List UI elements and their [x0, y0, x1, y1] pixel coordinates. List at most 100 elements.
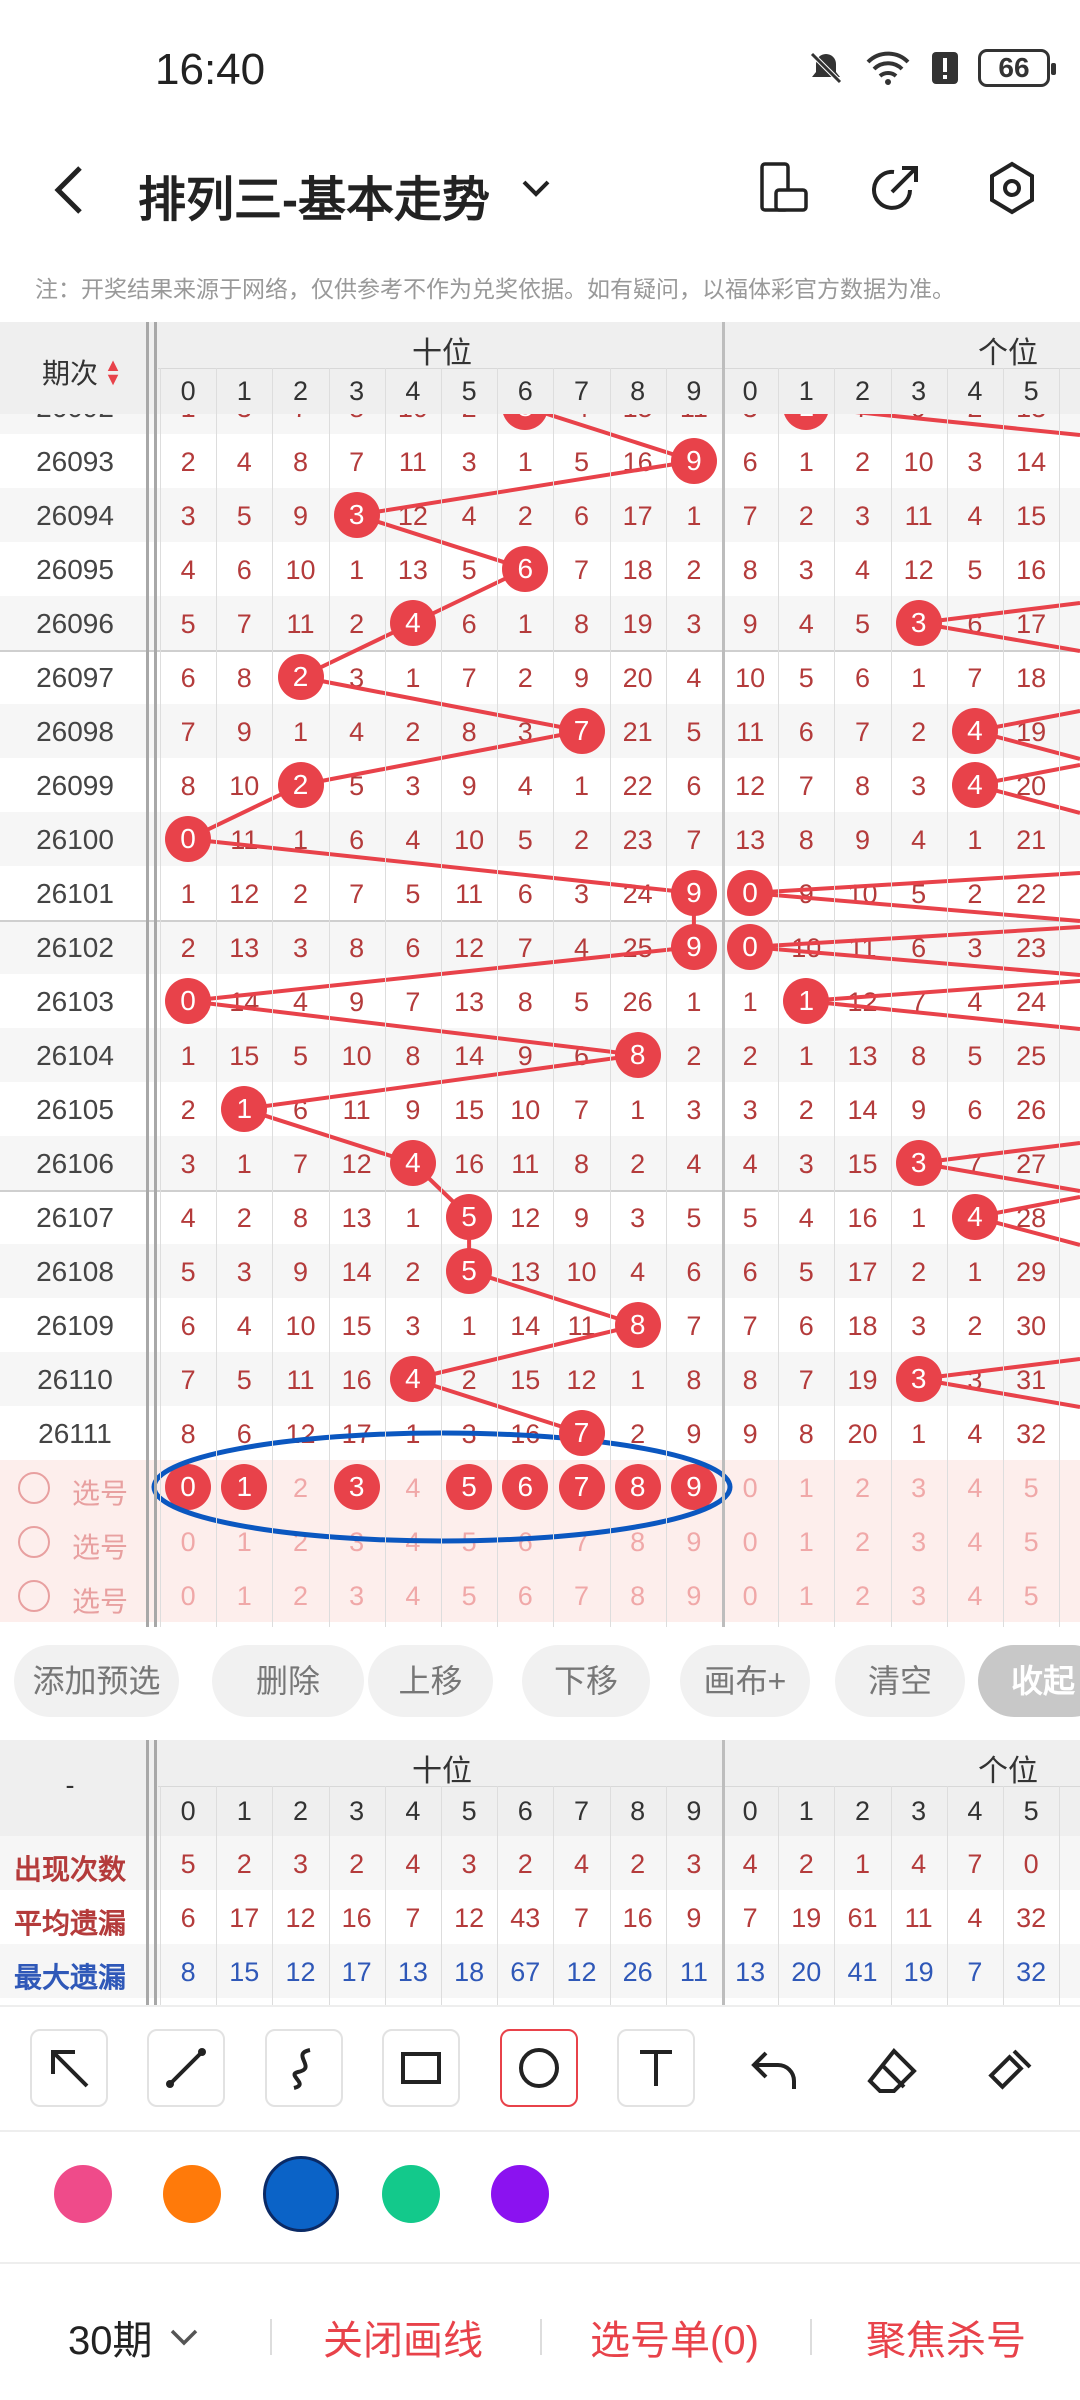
stats-label: 最大遗漏: [14, 1962, 127, 1993]
color-swatch[interactable]: [163, 2165, 221, 2223]
arrow-tool-button[interactable]: [30, 2029, 108, 2107]
action-button[interactable]: 下移: [522, 1645, 650, 1717]
grid-line: [1003, 1786, 1004, 2005]
period-header-label: 期次: [42, 358, 99, 389]
digit-header: 4: [405, 1796, 421, 1826]
tens-hit-ball: 3: [333, 492, 380, 538]
action-button[interactable]: 收起: [978, 1645, 1080, 1717]
group-units-label: 个位: [978, 1755, 1038, 1788]
stats-cell: 7: [742, 1903, 758, 1933]
units-trend-segment: [806, 979, 1080, 1003]
units-trend-segment: [918, 621, 1080, 653]
grid-line: [384, 1786, 386, 2005]
units-trend-segment: [918, 1357, 1080, 1381]
clear-brush-button[interactable]: [984, 2047, 1036, 2100]
stats-cell: 1: [854, 1849, 871, 1879]
units-trend-segment: [918, 1141, 1080, 1165]
divider: [810, 2319, 812, 2355]
group-tens-label: 十位: [412, 337, 472, 370]
action-button[interactable]: 删除: [212, 1645, 364, 1717]
curve-tool-button[interactable]: [265, 2029, 343, 2107]
color-swatch[interactable]: [491, 2165, 549, 2223]
grid-line: [272, 1786, 274, 2005]
period-select[interactable]: 30期: [68, 2308, 201, 2366]
title-bar: 排列三-基本走势: [0, 140, 1080, 240]
digit-header: 9: [686, 376, 702, 406]
rectangle-tool-button[interactable]: [382, 2029, 460, 2107]
stats-cell: 4: [911, 1849, 927, 1879]
units-trend-segment: [855, 414, 1080, 437]
action-button[interactable]: 清空: [835, 1645, 965, 1717]
units-trend-segment: [749, 871, 1080, 895]
stats-cell: 15: [229, 1957, 260, 1987]
period-header[interactable]: 期次 ▲▼: [42, 352, 123, 392]
grid-line: [497, 1786, 499, 2005]
digit-header: 5: [461, 376, 477, 406]
action-button[interactable]: 画布+: [680, 1645, 810, 1717]
stats-cell: 4: [573, 1849, 590, 1879]
chevron-down-icon: [170, 2329, 197, 2346]
header-divider: [158, 1786, 1080, 1787]
grid-line: [497, 368, 499, 1627]
divider: [270, 2319, 272, 2355]
undo-icon: [751, 2051, 796, 2089]
stats-table: - 十位 个位 0 1 2 3 4 5 6 7 8 9 0 1 2 3 4 5 出现次数 5 2 3 2 4 3 2 4 2 3 4 2 1 4 7…: [0, 1740, 1080, 2005]
rectangle-icon: [401, 2052, 441, 2084]
bottom-bar: 30期 关闭画线 选号单(0) 聚焦杀号: [0, 2262, 1080, 2400]
stats-cell: 11: [679, 1957, 708, 1987]
action-button[interactable]: 添加预选: [14, 1645, 179, 1717]
stats-cell: 11: [904, 1903, 933, 1933]
line-tool-button[interactable]: [147, 2029, 225, 2107]
drawing-tools: [0, 2005, 1080, 2130]
grid-line: [946, 1786, 948, 2005]
tens-hit-ball: 9: [670, 924, 717, 970]
digit-header: 2: [854, 1796, 871, 1826]
action-button[interactable]: 上移: [368, 1645, 493, 1717]
table-body: 2609213781024151137921326093248711315166…: [0, 414, 1080, 1627]
broom-icon: [988, 2049, 1032, 2090]
grid-line: [1059, 1786, 1061, 2005]
digit-header: 1: [798, 1796, 814, 1826]
separator: [146, 322, 149, 1627]
grid-line: [553, 368, 555, 1627]
color-swatch[interactable]: [382, 2165, 440, 2223]
units-trend-segment: [918, 1161, 1080, 1193]
group-units-label: 个位: [978, 337, 1038, 370]
stats-cell: 12: [285, 1957, 316, 1987]
digit-header: 5: [461, 1796, 477, 1826]
text-tool-button[interactable]: [617, 2029, 695, 2107]
drawn-circle-annotation[interactable]: [151, 1430, 733, 1544]
stats-cell: 3: [686, 1849, 702, 1879]
focus-kill-button[interactable]: 聚焦杀号: [866, 2308, 1026, 2366]
text-t-icon: [640, 2050, 672, 2086]
color-swatch[interactable]: [263, 2156, 339, 2232]
digit-header: 4: [405, 376, 421, 406]
grid-line: [778, 1786, 780, 2005]
digit-header: 0: [742, 1796, 758, 1826]
separator: [722, 322, 725, 1627]
units-trend-segment: [918, 1377, 1080, 1409]
device-icon[interactable]: [758, 160, 810, 216]
header-divider: [158, 368, 1080, 369]
grid-line: [890, 368, 892, 1627]
chevron-down-icon[interactable]: [518, 170, 554, 206]
grid-line: [160, 1786, 161, 2005]
stats-cell: 3: [461, 1849, 477, 1879]
alert-sim-icon: [932, 52, 958, 84]
settings-hexagon-icon[interactable]: [984, 160, 1040, 216]
undo-button[interactable]: [748, 2047, 800, 2100]
close-lines-button[interactable]: 关闭画线: [323, 2308, 483, 2366]
pick-list-button[interactable]: 选号单(0): [590, 2308, 759, 2366]
circle-tool-button[interactable]: [500, 2029, 578, 2107]
eraser-button[interactable]: [866, 2047, 918, 2100]
sort-icon[interactable]: ▲▼: [102, 355, 123, 383]
stats-cell: 17: [229, 1903, 260, 1933]
back-arrow-icon[interactable]: [50, 162, 90, 218]
stats-cell: 18: [454, 1957, 485, 1987]
stats-cell: 0: [1023, 1849, 1039, 1879]
color-swatch[interactable]: [54, 2165, 112, 2223]
grid-line: [216, 1786, 218, 2005]
stats-cell: 32: [1016, 1903, 1047, 1933]
share-icon[interactable]: [868, 160, 924, 216]
units-hit-ball: 0: [727, 870, 774, 916]
